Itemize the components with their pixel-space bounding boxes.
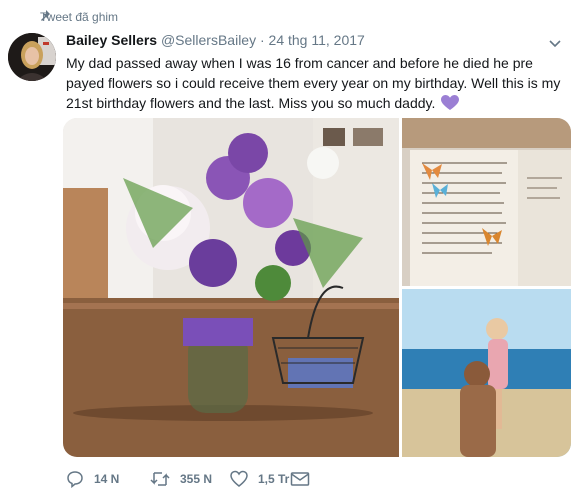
birthday-card-photo[interactable] xyxy=(402,118,571,286)
flowers-photo[interactable] xyxy=(63,118,399,457)
reply-icon xyxy=(67,471,83,488)
handle[interactable]: @SellersBailey xyxy=(161,32,256,48)
like-icon xyxy=(230,470,248,487)
reply-count: 14 N xyxy=(94,472,120,486)
pinned-indicator: Tweet đã ghim xyxy=(40,10,118,24)
pin-icon xyxy=(41,10,50,21)
avatar[interactable] xyxy=(8,33,56,81)
retweet-icon xyxy=(150,472,170,486)
father-daughter-photo[interactable] xyxy=(402,289,571,457)
retweet-count: 355 N xyxy=(180,472,213,486)
tweet-body: My dad passed away when I was 16 from ca… xyxy=(66,55,561,111)
tweet-text: My dad passed away when I was 16 from ca… xyxy=(66,53,566,113)
tweet-date[interactable]: 24 thg 11, 2017 xyxy=(269,32,365,48)
tweet-actions: 14 N 355 N 1,5 Tr xyxy=(66,470,320,488)
separator: · xyxy=(259,32,265,48)
like-count: 1,5 Tr xyxy=(258,472,290,486)
chevron-down-icon[interactable] xyxy=(548,36,562,50)
reply-button[interactable]: 14 N xyxy=(66,470,150,488)
purple-heart-icon xyxy=(441,95,460,110)
retweet-button[interactable]: 355 N xyxy=(150,470,230,488)
like-button[interactable]: 1,5 Tr xyxy=(230,470,290,488)
tweet-header: Bailey Sellers @SellersBailey · 24 thg 1… xyxy=(66,32,365,48)
envelope-icon xyxy=(290,472,310,486)
display-name[interactable]: Bailey Sellers xyxy=(66,32,157,48)
message-button[interactable] xyxy=(290,471,320,487)
tweet-media[interactable] xyxy=(63,118,571,457)
